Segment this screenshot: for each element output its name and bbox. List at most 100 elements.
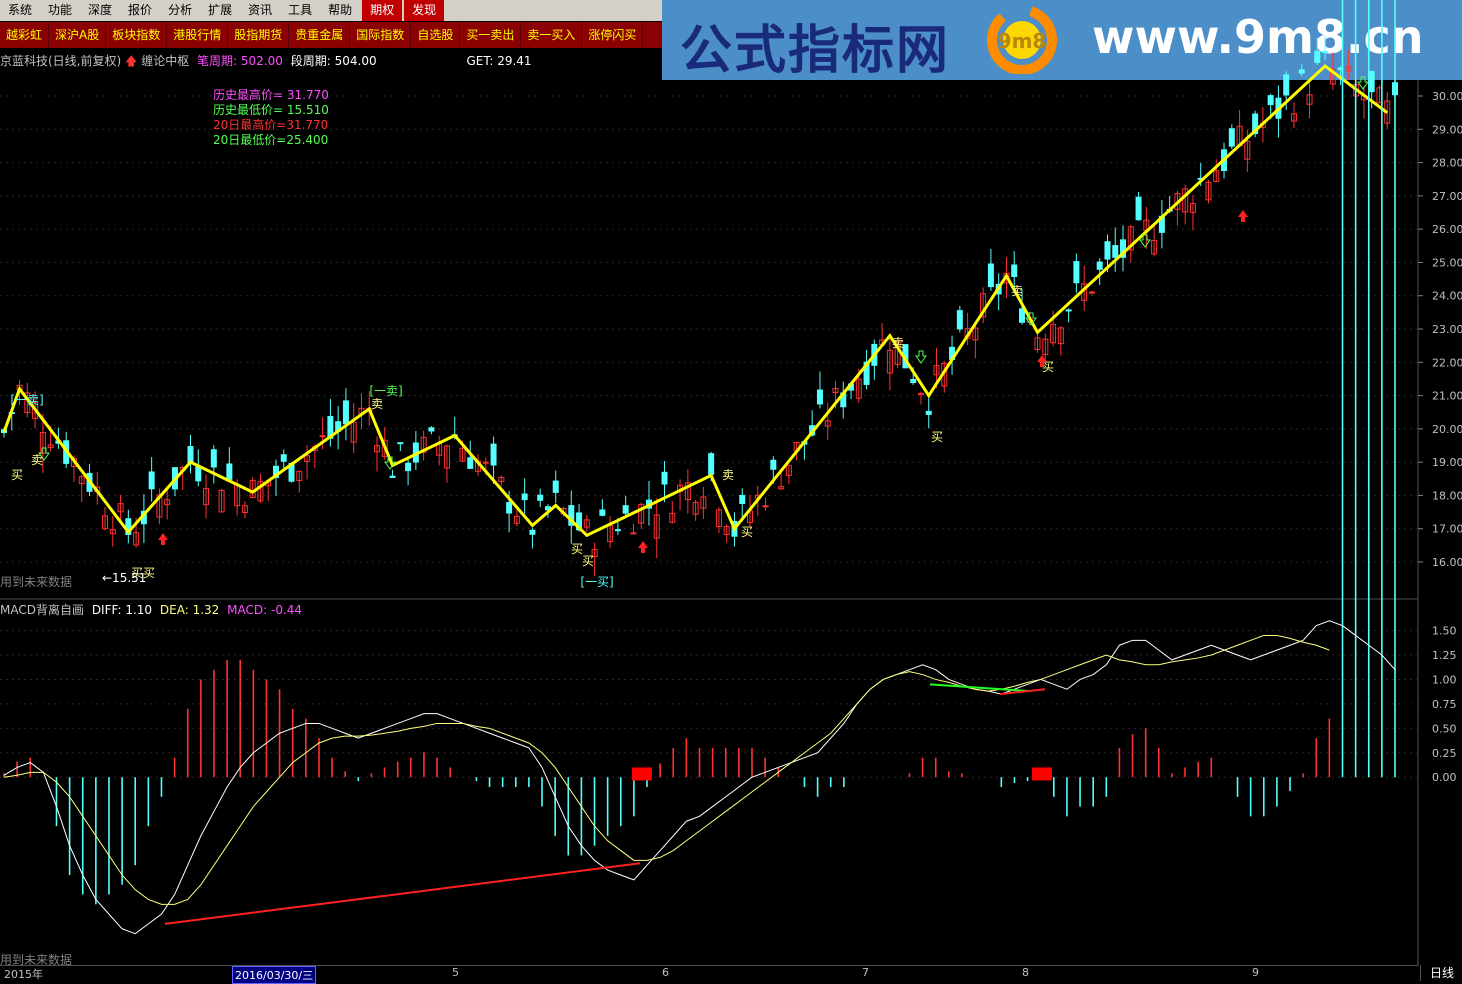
sell-label: 卖 bbox=[722, 468, 734, 482]
cursor-date: 2016/03/30/三 bbox=[232, 966, 317, 984]
price-tick-label: 24.00 bbox=[1432, 290, 1462, 303]
candle-body bbox=[226, 463, 233, 480]
dea-value: 1.32 bbox=[192, 603, 220, 617]
candle-body bbox=[1228, 128, 1235, 147]
candle-body bbox=[1135, 196, 1142, 221]
month-label: 9 bbox=[1252, 966, 1259, 979]
candle-body bbox=[1112, 245, 1119, 258]
candle-body bbox=[319, 435, 326, 438]
macd-tick-label: 0.75 bbox=[1432, 698, 1457, 711]
candle-body bbox=[1011, 264, 1018, 277]
macd-tick-label: 1.00 bbox=[1432, 673, 1457, 686]
candle-body bbox=[397, 442, 404, 445]
sell-label: 卖 bbox=[371, 397, 383, 411]
macd-tick-label: 1.50 bbox=[1432, 625, 1457, 638]
candle-body bbox=[529, 529, 536, 535]
sell-label: 卖 bbox=[1011, 284, 1023, 298]
price-tick-label: 20.00 bbox=[1432, 423, 1462, 436]
candle-body bbox=[467, 457, 474, 469]
candle-body bbox=[1298, 69, 1305, 74]
green-down-arrow-icon bbox=[1357, 76, 1369, 90]
period-selector[interactable]: 日线 bbox=[1420, 965, 1462, 981]
candle-body bbox=[521, 493, 528, 501]
macd-value: -0.44 bbox=[270, 603, 303, 617]
diff-label: DIFF: bbox=[91, 603, 122, 617]
buy-label: 买 bbox=[931, 430, 943, 444]
candle-body bbox=[280, 454, 287, 462]
price-tick-label: 23.00 bbox=[1432, 323, 1462, 336]
candle-body bbox=[490, 443, 497, 466]
price-tick-label: 28.00 bbox=[1432, 157, 1462, 170]
price-tick-label: 21.00 bbox=[1432, 390, 1462, 403]
price-tick-label: 30.00 bbox=[1432, 90, 1462, 103]
candle-body bbox=[622, 505, 629, 514]
time-axis-year: 2015年 bbox=[4, 968, 43, 981]
candle-body bbox=[630, 532, 637, 535]
macd-header: MACD背离自画 DIFF: 1.10 DEA: 1.32 MACD: -0.4… bbox=[0, 601, 303, 617]
price-tick-label: 18.00 bbox=[1432, 489, 1462, 502]
candle-body bbox=[1314, 50, 1321, 63]
candle-body bbox=[1018, 308, 1025, 323]
macd-tick-label: 1.25 bbox=[1432, 649, 1457, 662]
candle-body bbox=[482, 461, 489, 464]
dea-label: DEA: bbox=[159, 603, 189, 617]
diff-value: 1.10 bbox=[125, 603, 153, 617]
candle-body bbox=[661, 471, 668, 485]
macd-tick-label: 0.50 bbox=[1432, 722, 1457, 735]
candle-body bbox=[1322, 51, 1329, 54]
price-tick-label: 19.00 bbox=[1432, 456, 1462, 469]
macd-tick-label: 0.00 bbox=[1432, 771, 1457, 784]
candle-body bbox=[405, 462, 412, 472]
price-tick-label: 26.00 bbox=[1432, 223, 1462, 236]
candle-body bbox=[925, 410, 932, 415]
sell-label: 卖 bbox=[31, 453, 43, 467]
time-axis: 2015年 2016/03/30/三 5 6 7 8 9 bbox=[0, 965, 1418, 984]
candle-body bbox=[1073, 261, 1080, 284]
month-label: 6 bbox=[662, 966, 669, 979]
candle-body bbox=[195, 466, 202, 482]
month-label: 5 bbox=[452, 966, 459, 979]
candle-body bbox=[552, 480, 559, 493]
red-up-arrow-icon bbox=[158, 533, 168, 545]
candle-body bbox=[1267, 95, 1274, 106]
month-label: 7 bbox=[862, 966, 869, 979]
macd-name: MACD背离自画 bbox=[0, 603, 84, 617]
candle-body bbox=[708, 453, 715, 475]
candle-body bbox=[1283, 74, 1290, 96]
low-price-mark: ←15.51 bbox=[102, 571, 147, 585]
buy-label: 买 bbox=[582, 554, 594, 568]
candle-body bbox=[614, 529, 621, 532]
macd-label: MACD: bbox=[227, 603, 268, 617]
candle-body bbox=[739, 494, 746, 504]
one-sell-label: [一卖] bbox=[369, 384, 402, 398]
candle-body bbox=[987, 263, 994, 288]
macd-tick-label: 0.25 bbox=[1432, 747, 1457, 760]
price-tick-label: 29.00 bbox=[1432, 123, 1462, 136]
buy-label: 买 bbox=[11, 468, 23, 482]
candle-body bbox=[389, 475, 396, 478]
one-buy-label: [一买] bbox=[580, 575, 613, 589]
red-up-arrow-icon bbox=[638, 541, 648, 553]
month-label: 8 bbox=[1022, 966, 1029, 979]
candle-body bbox=[537, 494, 544, 501]
price-tick-label: 22.00 bbox=[1432, 356, 1462, 369]
divergence-marker bbox=[1032, 767, 1052, 781]
divergence-line bbox=[164, 862, 641, 925]
candle-body bbox=[506, 502, 513, 514]
buy-label: 买 bbox=[741, 525, 753, 539]
one-sell-label: [一卖] bbox=[10, 393, 43, 407]
red-up-arrow-icon bbox=[1238, 210, 1248, 222]
chart-area[interactable]: [一卖]卖买买买[一卖]卖买买[一买]卖买卖买卖买 30.0029.0028.0… bbox=[0, 0, 1462, 965]
candle-body bbox=[210, 449, 217, 468]
dea-line bbox=[3, 634, 1330, 905]
candle-body bbox=[956, 310, 963, 330]
future-data-note-top: 用到未来数据 bbox=[0, 575, 73, 589]
price-tick-label: 17.00 bbox=[1432, 523, 1462, 536]
candle-body bbox=[1088, 291, 1095, 294]
candle-body bbox=[1096, 261, 1103, 270]
candle-body bbox=[342, 400, 349, 425]
price-tick-label: 16.00 bbox=[1432, 556, 1462, 569]
green-down-arrow-icon bbox=[915, 350, 927, 364]
candle-body bbox=[599, 509, 606, 516]
candle-body bbox=[762, 505, 769, 508]
